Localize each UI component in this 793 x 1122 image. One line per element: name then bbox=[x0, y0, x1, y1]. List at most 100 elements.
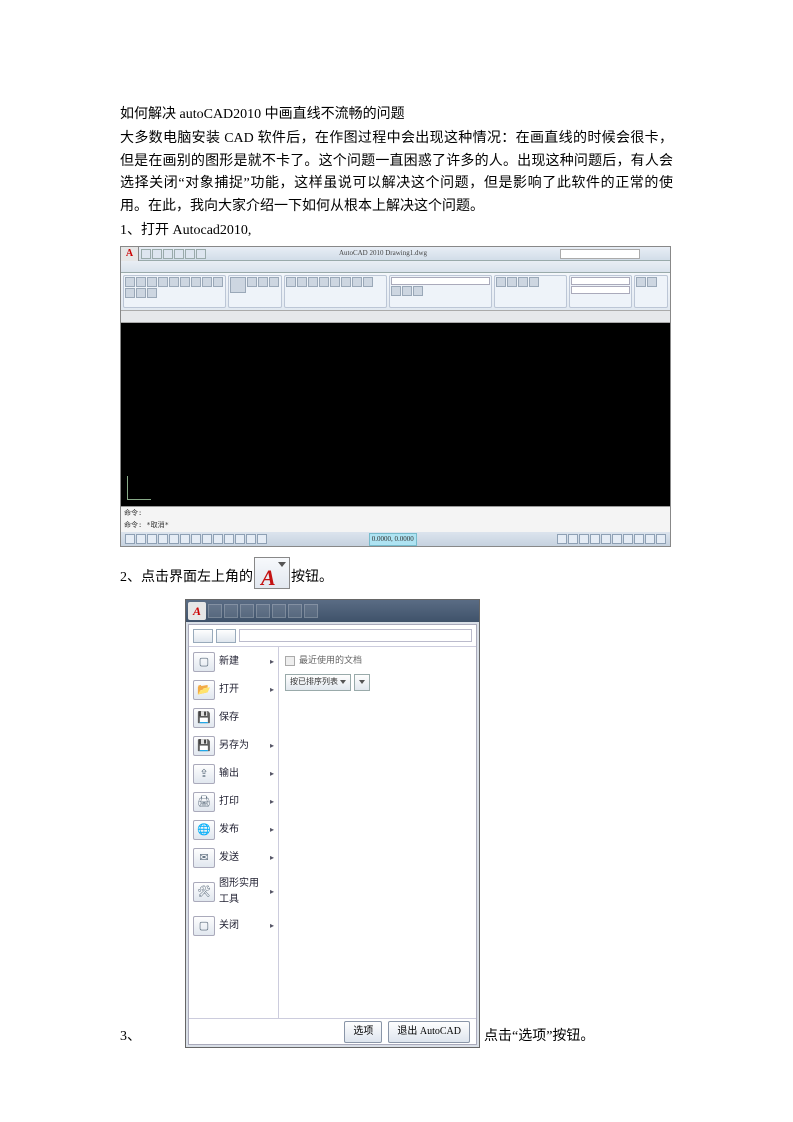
menu-save[interactable]: 💾保存 bbox=[191, 706, 276, 730]
tool-icon[interactable] bbox=[391, 286, 401, 296]
status-toggle[interactable] bbox=[590, 534, 600, 544]
tool-icon[interactable] bbox=[191, 277, 201, 287]
tool-icon[interactable] bbox=[297, 277, 307, 287]
tool-icon[interactable] bbox=[402, 286, 412, 296]
qat-btn[interactable] bbox=[240, 604, 254, 618]
qat-btn[interactable] bbox=[224, 604, 238, 618]
tool-icon[interactable] bbox=[352, 277, 362, 287]
tool-icon[interactable] bbox=[636, 277, 646, 287]
tool-icon[interactable] bbox=[147, 288, 157, 298]
menu-open[interactable]: 📂打开▸ bbox=[191, 678, 276, 702]
status-toggle[interactable] bbox=[213, 534, 223, 544]
tool-icon[interactable] bbox=[180, 277, 190, 287]
cmd-text: 命令: *取消* bbox=[124, 520, 667, 531]
status-toggle[interactable] bbox=[202, 534, 212, 544]
tool-icon[interactable] bbox=[413, 286, 423, 296]
tool-icon[interactable] bbox=[496, 277, 506, 287]
status-toggle[interactable] bbox=[579, 534, 589, 544]
menu-export[interactable]: ⇪输出▸ bbox=[191, 762, 276, 786]
utilities-icon: 🛠 bbox=[193, 882, 215, 902]
tool-icon[interactable] bbox=[158, 277, 168, 287]
status-toggle[interactable] bbox=[568, 534, 578, 544]
tool-icon[interactable] bbox=[269, 277, 279, 287]
tool-icon[interactable] bbox=[230, 277, 246, 293]
menu-print[interactable]: 🖨打印▸ bbox=[191, 790, 276, 814]
qat-btn[interactable] bbox=[163, 249, 173, 259]
tool-icon[interactable] bbox=[341, 277, 351, 287]
command-line[interactable]: 命令: 命令: *取消* bbox=[121, 506, 670, 532]
tool-icon[interactable] bbox=[258, 277, 268, 287]
tool-icon[interactable] bbox=[147, 277, 157, 287]
status-toggle[interactable] bbox=[634, 534, 644, 544]
app-logo-icon[interactable]: A bbox=[188, 602, 206, 620]
menu-label: 打开 bbox=[219, 682, 239, 698]
status-toggle[interactable] bbox=[169, 534, 179, 544]
qat-btn[interactable] bbox=[208, 604, 222, 618]
app-logo-icon[interactable]: A bbox=[121, 247, 139, 261]
style-combo[interactable] bbox=[571, 286, 630, 294]
tool-icon[interactable] bbox=[363, 277, 373, 287]
status-toggle[interactable] bbox=[235, 534, 245, 544]
qat-btn[interactable] bbox=[152, 249, 162, 259]
tool-icon[interactable] bbox=[202, 277, 212, 287]
qat-btn[interactable] bbox=[174, 249, 184, 259]
tool-icon[interactable] bbox=[286, 277, 296, 287]
status-toggle[interactable] bbox=[224, 534, 234, 544]
menu-search-input[interactable] bbox=[239, 629, 472, 642]
recent-panel: 最近使用的文档 按已排序列表 bbox=[279, 647, 476, 1018]
exit-button[interactable]: 退出 AutoCAD bbox=[388, 1021, 470, 1043]
status-toggle[interactable] bbox=[158, 534, 168, 544]
open-docs-tab[interactable] bbox=[216, 629, 236, 643]
drawing-canvas[interactable] bbox=[121, 323, 670, 506]
options-button[interactable]: 选项 bbox=[344, 1021, 382, 1043]
ribbon-tabs[interactable] bbox=[121, 261, 670, 273]
tool-icon[interactable] bbox=[308, 277, 318, 287]
sort-dropdown[interactable]: 按已排序列表 bbox=[285, 674, 351, 691]
status-toggle[interactable] bbox=[601, 534, 611, 544]
status-toggle[interactable] bbox=[136, 534, 146, 544]
tool-icon[interactable] bbox=[125, 288, 135, 298]
tool-icon[interactable] bbox=[136, 288, 146, 298]
view-dropdown[interactable] bbox=[354, 674, 370, 691]
tool-icon[interactable] bbox=[213, 277, 223, 287]
menu-utilities[interactable]: 🛠图形实用工具▸ bbox=[191, 874, 276, 910]
qat-btn[interactable] bbox=[288, 604, 302, 618]
send-icon: ✉ bbox=[193, 848, 215, 868]
tool-icon[interactable] bbox=[136, 277, 146, 287]
tool-icon[interactable] bbox=[647, 277, 657, 287]
status-toggle[interactable] bbox=[612, 534, 622, 544]
menu-send[interactable]: ✉发送▸ bbox=[191, 846, 276, 870]
status-toggle[interactable] bbox=[645, 534, 655, 544]
qat-btn[interactable] bbox=[304, 604, 318, 618]
tool-icon[interactable] bbox=[169, 277, 179, 287]
qat-btn[interactable] bbox=[196, 249, 206, 259]
style-combo[interactable] bbox=[571, 277, 630, 285]
search-box[interactable] bbox=[560, 249, 640, 259]
tool-icon[interactable] bbox=[319, 277, 329, 287]
status-toggle[interactable] bbox=[147, 534, 157, 544]
status-toggle[interactable] bbox=[246, 534, 256, 544]
status-toggle[interactable] bbox=[125, 534, 135, 544]
tool-icon[interactable] bbox=[125, 277, 135, 287]
tool-icon[interactable] bbox=[330, 277, 340, 287]
status-toggle[interactable] bbox=[623, 534, 633, 544]
tool-icon[interactable] bbox=[529, 277, 539, 287]
qat-btn[interactable] bbox=[256, 604, 270, 618]
qat-btn[interactable] bbox=[272, 604, 286, 618]
tool-icon[interactable] bbox=[247, 277, 257, 287]
menu-new[interactable]: ▢新建▸ bbox=[191, 650, 276, 674]
menu-saveas[interactable]: 💾另存为▸ bbox=[191, 734, 276, 758]
recent-tab[interactable] bbox=[193, 629, 213, 643]
menu-close[interactable]: ▢关闭▸ bbox=[191, 914, 276, 938]
status-toggle[interactable] bbox=[257, 534, 267, 544]
status-toggle[interactable] bbox=[180, 534, 190, 544]
tool-icon[interactable] bbox=[518, 277, 528, 287]
status-toggle[interactable] bbox=[191, 534, 201, 544]
qat-btn[interactable] bbox=[141, 249, 151, 259]
tool-icon[interactable] bbox=[507, 277, 517, 287]
status-toggle[interactable] bbox=[557, 534, 567, 544]
qat-btn[interactable] bbox=[185, 249, 195, 259]
menu-publish[interactable]: 🌐发布▸ bbox=[191, 818, 276, 842]
status-toggle[interactable] bbox=[656, 534, 666, 544]
layer-combo[interactable] bbox=[391, 277, 490, 285]
